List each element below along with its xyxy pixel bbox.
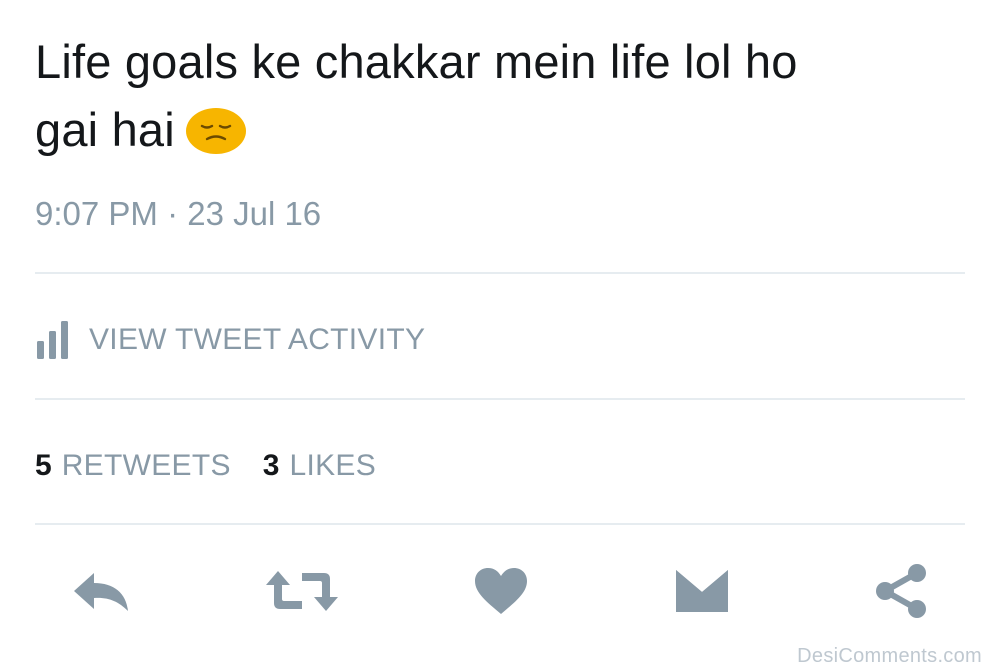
retweets-count: 5 <box>35 449 52 482</box>
tweet-timestamp[interactable]: 9:07 PM · 23 Jul 16 <box>35 195 321 233</box>
divider <box>35 398 965 400</box>
likes-count: 3 <box>262 449 280 482</box>
likes-stat[interactable]: 3 LIKES <box>263 449 376 483</box>
heart-icon <box>473 566 529 621</box>
retweets-stat[interactable]: 5 RETWEETS <box>35 449 231 483</box>
bar-chart-icon <box>35 319 75 361</box>
direct-message-button[interactable] <box>668 563 736 623</box>
divider <box>35 272 965 274</box>
tweet-text-line1: Life goals ke chakkar mein life lol ho <box>35 35 798 88</box>
share-icon <box>873 563 929 624</box>
view-tweet-activity-label: VIEW TWEET ACTIVITY <box>89 323 426 356</box>
divider <box>35 523 965 525</box>
like-button[interactable] <box>468 563 534 623</box>
retweet-icon <box>262 567 342 620</box>
tweet-text-line2: gai hai <box>35 103 175 156</box>
tweet-text: Life goals ke chakkar mein life lol ho g… <box>35 28 965 164</box>
retweet-button[interactable] <box>258 563 346 623</box>
reply-icon <box>70 569 134 618</box>
share-button[interactable] <box>866 563 936 623</box>
retweets-label: RETWEETS <box>61 449 231 482</box>
tweet-detail-view: Life goals ke chakkar mein life lol ho g… <box>0 0 1000 672</box>
view-tweet-activity-button[interactable]: VIEW TWEET ACTIVITY <box>35 318 425 362</box>
reply-button[interactable] <box>62 563 142 623</box>
envelope-icon <box>672 566 732 621</box>
watermark: DesiComments.com <box>797 645 982 667</box>
pensive-face-emoji-icon <box>185 105 247 155</box>
likes-label: LIKES <box>289 449 377 482</box>
tweet-stats: 5 RETWEETS 3 LIKES <box>35 444 408 488</box>
